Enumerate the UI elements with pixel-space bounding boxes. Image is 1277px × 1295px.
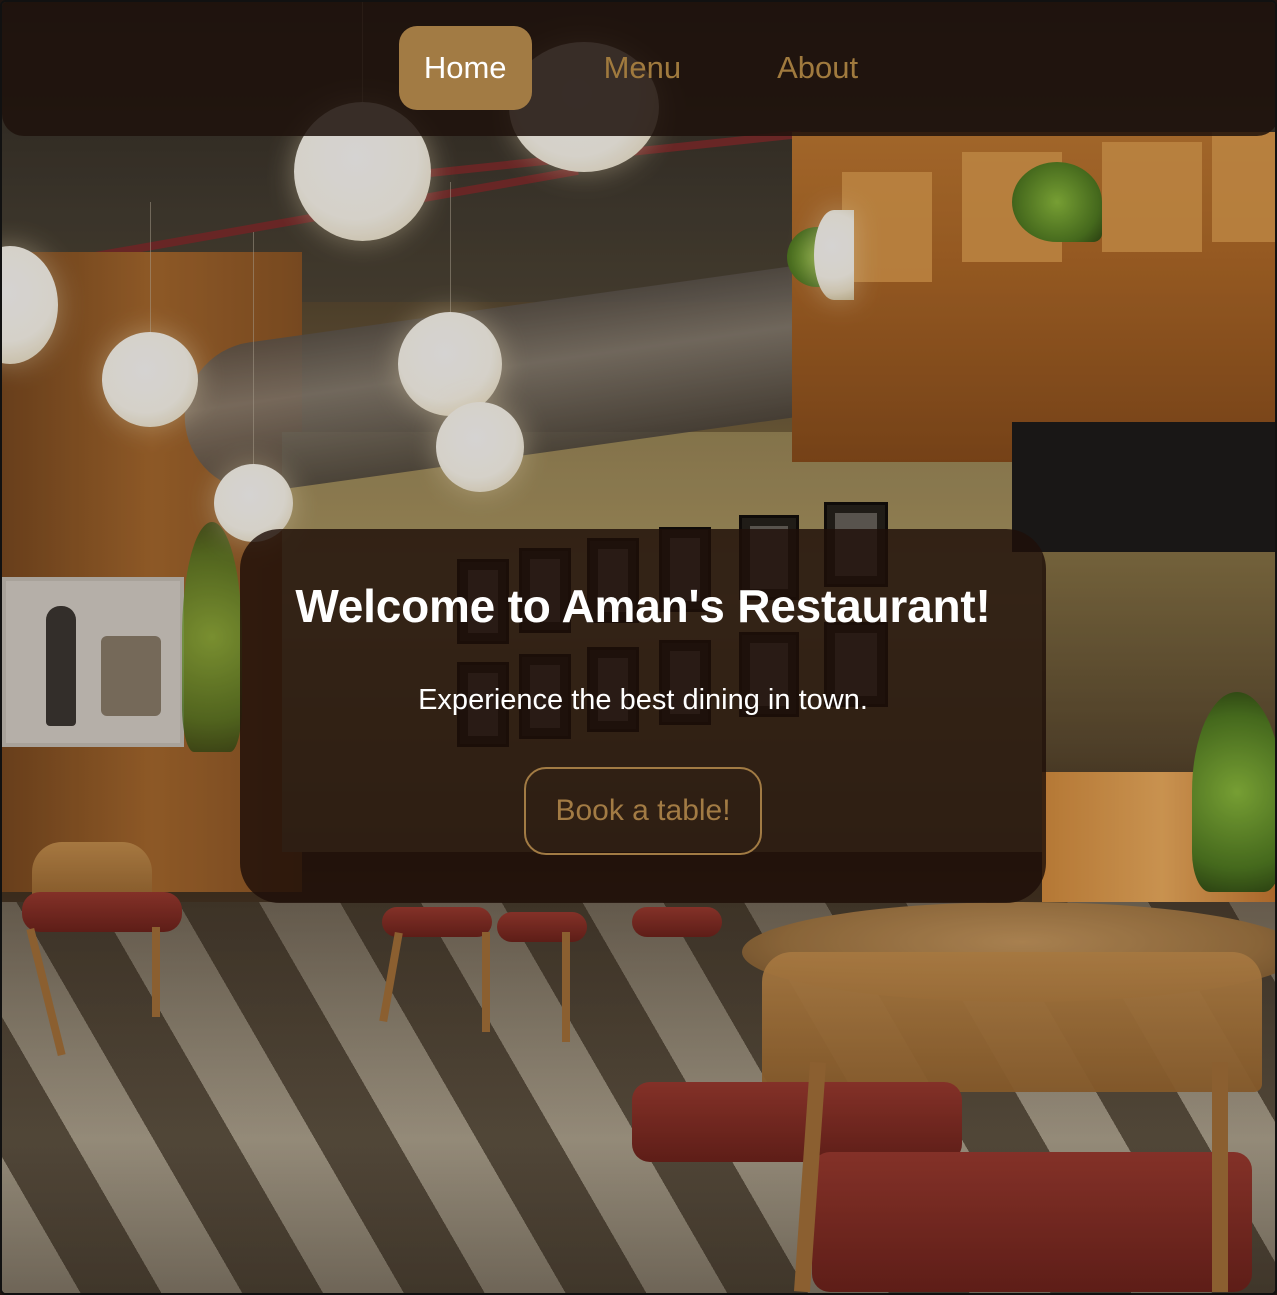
nav-menu-link[interactable]: Menu <box>580 26 706 110</box>
book-table-button[interactable]: Book a table! <box>524 767 762 855</box>
hero-subtitle: Experience the best dining in town. <box>418 684 868 716</box>
hero-card: Welcome to Aman's Restaurant! Experience… <box>240 529 1046 903</box>
nav-home-link[interactable]: Home <box>398 26 532 110</box>
nav-about-link[interactable]: About <box>753 26 882 110</box>
page: Home Menu About Welcome to Aman's Restau… <box>0 0 1277 1295</box>
hero-title: Welcome to Aman's Restaurant! <box>295 580 991 632</box>
top-navigation-bar: Home Menu About <box>2 2 1275 136</box>
